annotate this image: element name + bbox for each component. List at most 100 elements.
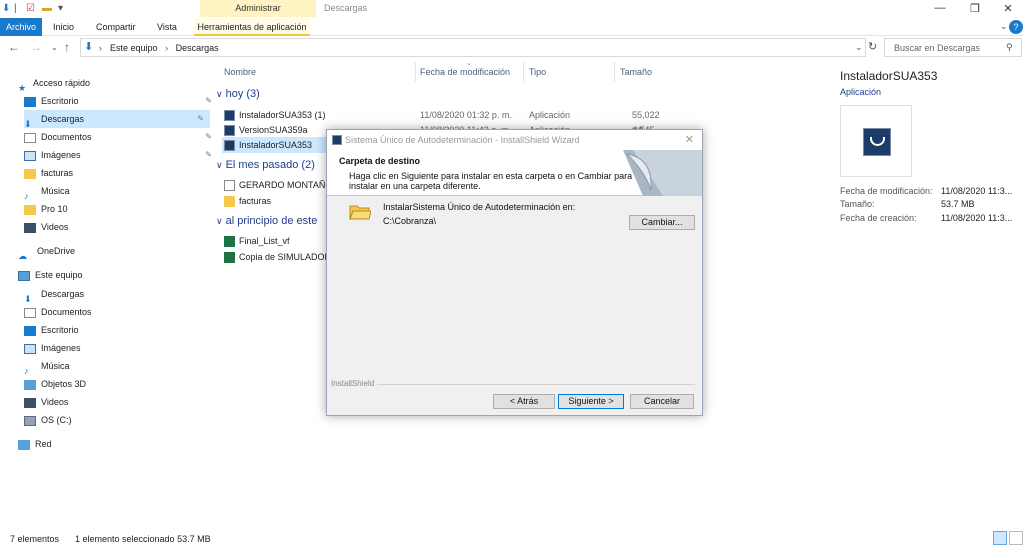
sidebar-item-videos[interactable]: Videos [24,218,218,236]
sidebar-item-imagenes[interactable]: Imágenes ✎ [24,146,218,164]
column-header-fecha[interactable]: Fecha de modificación [420,67,510,77]
details-title: InstaladorSUA353 [840,69,938,83]
installer-icon [224,140,235,152]
breadcrumb: Este equipo › Descargas [110,43,219,53]
column-header-tamano[interactable]: Tamaño [620,67,652,77]
file-type: Aplicación [529,110,571,120]
tab-compartir[interactable]: Compartir [96,18,136,36]
videos-icon [24,222,36,233]
column-header-tipo[interactable]: Tipo [529,67,546,77]
dialog-heading: Carpeta de destino [339,156,421,166]
desktop-icon [24,96,36,107]
address-dropdown-icon[interactable]: ⌄ [855,42,863,53]
details-view-icon[interactable] [993,531,1007,545]
star-icon: ★ [18,82,27,93]
music-icon: ♪ [24,365,29,376]
file-row[interactable]: GERARDO MONTAÑO [224,177,328,193]
minimize-button[interactable]: — [925,2,955,14]
sidebar-pc-descargas[interactable]: ⬇ Descargas [24,285,218,304]
installer-icon [863,128,891,156]
group-header-hoy[interactable]: ∨ hoy (3) [216,88,260,100]
sort-chevron-icon: ⌄ [466,60,472,67]
sidebar-pc-musica[interactable]: ♪ Música [24,357,218,376]
next-button[interactable]: Siguiente > [558,394,624,409]
install-path: C:\Cobranza\ [383,216,437,226]
large-icons-view-icon[interactable] [1009,531,1023,545]
column-header-nombre[interactable]: Nombre [224,67,256,77]
maximize-button[interactable]: ❐ [960,2,990,15]
documents-icon [24,307,36,318]
sidebar-pc-escritorio[interactable]: Escritorio [24,321,218,339]
dialog-close-icon[interactable]: ✕ [685,133,694,146]
ribbon [0,18,1024,36]
properties-icon[interactable]: ☑ [26,3,35,14]
close-button[interactable]: ✕ [993,2,1023,15]
desktop-icon [24,325,36,336]
file-row-selected[interactable]: InstaladorSUA353 [222,137,326,153]
column-separator[interactable] [614,62,615,82]
file-date: 11/08/2020 01:32 p. m. [420,110,512,120]
details-label: Fecha de creación: [840,213,917,223]
refresh-icon[interactable]: ↻ [868,40,877,53]
up-arrow-icon[interactable]: ↑ [64,40,70,54]
details-value: 11/08/2020 11:3... [941,186,1013,196]
sidebar-pc-videos[interactable]: Videos [24,393,218,411]
forward-arrow-icon[interactable]: → [30,40,42,54]
excel-icon [224,252,235,264]
sidebar-item-descargas[interactable]: ⬇ Descargas ✎ [24,110,210,129]
group-header-mes-pasado[interactable]: ∨ El mes pasado (2) [216,159,315,171]
details-thumbnail [840,105,912,177]
search-placeholder: Buscar en Descargas [894,43,981,53]
search-icon: ⚲ [1006,42,1013,52]
column-separator[interactable] [415,62,416,82]
back-button[interactable]: < Atrás [493,394,555,409]
sidebar-pc-imagenes[interactable]: Imágenes [24,339,218,357]
network-icon [18,439,30,450]
sidebar-pc-os-c[interactable]: OS (C:) [24,411,218,429]
cancel-button[interactable]: Cancelar [630,394,694,409]
customize-toolbar-icon[interactable]: ▾ [58,3,63,14]
status-selection: 1 elemento seleccionado 53.7 MB [75,534,211,544]
sidebar-onedrive[interactable]: ☁ OneDrive [18,242,212,261]
file-row[interactable]: Final_List_vf [224,233,328,249]
installshield-dialog: Sistema Único de Autodeterminación - Ins… [326,129,703,416]
details-type: Aplicación [840,87,882,97]
separator-icon: | [14,3,17,14]
ribbon-expand-icon[interactable]: ⌄ [1000,21,1008,32]
change-button[interactable]: Cambiar... [629,215,695,230]
tab-inicio[interactable]: Inicio [53,18,74,36]
breadcrumb-item-este-equipo[interactable]: Este equipo [110,43,158,53]
file-row[interactable]: Copia de SIMULADOR [224,249,328,265]
app-icon [332,135,342,145]
sidebar-item-musica[interactable]: ♪ Música [24,182,218,201]
downloads-icon: ⬇ [84,41,94,53]
window-title: Descargas [324,3,368,13]
details-label: Tamaño: [840,199,875,209]
installshield-brand: InstallShield [331,379,375,388]
breadcrumb-separator-icon: › [165,43,169,53]
sidebar-item-facturas[interactable]: facturas [24,164,218,182]
tab-herramientas[interactable]: Herramientas de aplicación [194,18,310,36]
sidebar-this-pc[interactable]: Este equipo [18,266,212,284]
file-row[interactable]: InstaladorSUA353 (1) 11/08/2020 01:32 p.… [224,107,660,136]
context-tab-administrar[interactable]: Administrar [200,0,316,17]
sidebar-item-documentos[interactable]: Documentos ✎ [24,128,218,146]
back-arrow-icon[interactable]: ← [8,40,20,54]
new-folder-icon[interactable]: ▬ [42,3,52,14]
installer-icon [224,125,235,137]
help-icon[interactable]: ? [1009,20,1023,34]
pin-icon: ✎ [205,150,212,159]
sidebar-item-escritorio[interactable]: Escritorio ✎ [24,92,218,110]
sidebar-quick-access[interactable]: ★ Acceso rápido [18,74,212,93]
sidebar-network[interactable]: Red [18,435,212,453]
sidebar-pc-objetos3d[interactable]: Objetos 3D [24,375,218,393]
file-row[interactable]: facturas [224,193,328,209]
breadcrumb-item-descargas[interactable]: Descargas [176,43,219,53]
sidebar-pc-documentos[interactable]: Documentos [24,303,218,321]
tab-archivo[interactable]: Archivo [0,18,42,36]
column-separator[interactable] [523,62,524,82]
tab-vista[interactable]: Vista [157,18,177,36]
sidebar-item-pro10[interactable]: Pro 10 [24,200,218,218]
recent-dropdown-icon[interactable]: ⌄ [51,43,58,52]
group-header-principio[interactable]: ∨ al principio de este [216,215,328,227]
